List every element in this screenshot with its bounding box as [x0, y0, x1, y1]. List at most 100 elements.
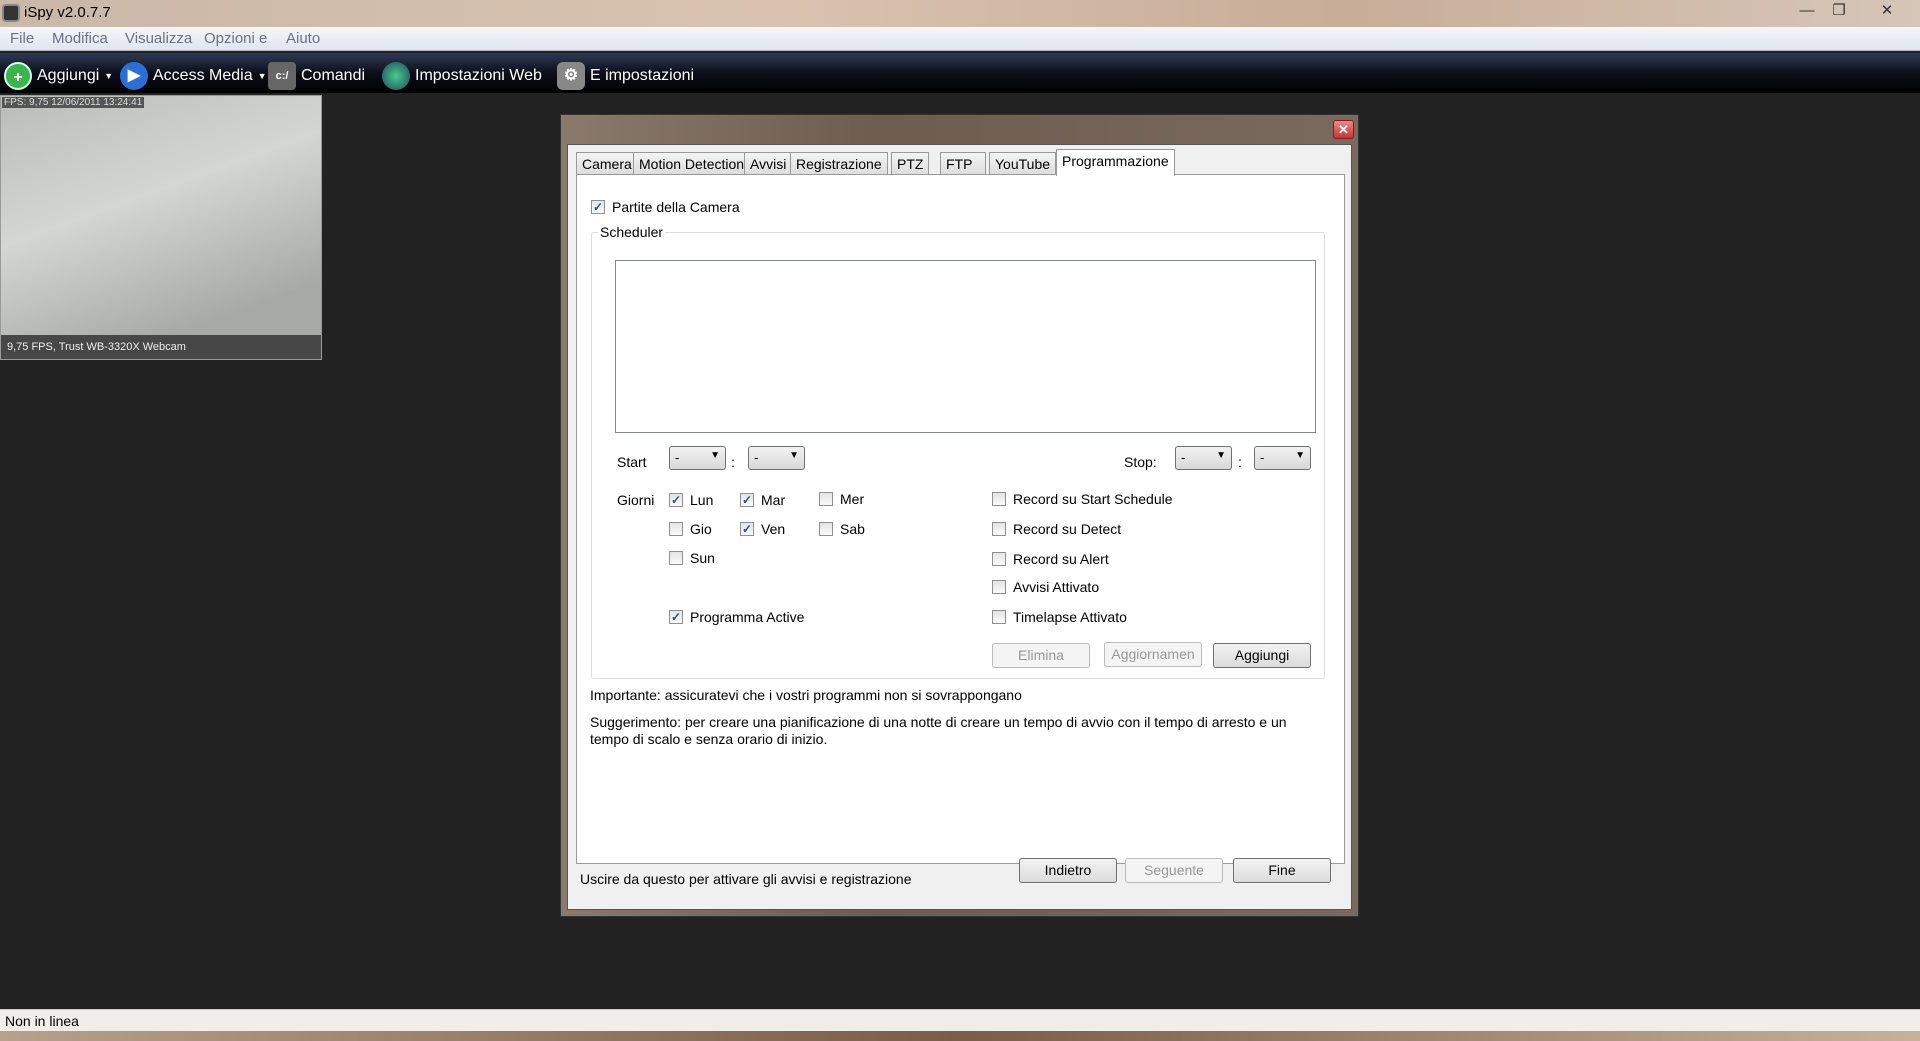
checkbox-label: Lun — [690, 492, 714, 508]
hint-line-1: Suggerimento: per creare una pianificazi… — [590, 714, 1287, 730]
checkbox-label: Avvisi Attivato — [1013, 579, 1100, 595]
access-media-label: Access Media — [153, 67, 253, 84]
program-active-checkbox[interactable]: ✓ Programma Active — [669, 609, 804, 625]
tab-youtube[interactable]: YouTube — [989, 152, 1057, 175]
day-ven-checkbox[interactable]: ✓ Ven — [740, 521, 785, 537]
checkmark-icon: ✓ — [740, 522, 754, 536]
menu-modifica[interactable]: Modifica — [52, 30, 108, 47]
start-with-camera-checkbox[interactable]: ✓ Partite della Camera — [591, 199, 740, 215]
select-value: - — [754, 450, 759, 465]
finish-button[interactable]: Fine — [1233, 858, 1331, 883]
impostazioni-web-label: Impostazioni Web — [415, 67, 542, 84]
checkbox-label: Sab — [840, 521, 865, 537]
important-note: Importante: assicuratevi che i vostri pr… — [590, 687, 1022, 703]
menu-visualizza[interactable]: Visualizza — [125, 30, 192, 47]
menu-opzioni[interactable]: Opzioni e — [204, 30, 267, 47]
checkbox-label: Mer — [840, 491, 865, 507]
start-label: Start — [617, 454, 647, 470]
day-mar-checkbox[interactable]: ✓ Mar — [740, 492, 785, 508]
status-bar: Non in linea — [0, 1009, 1920, 1031]
add-schedule-button[interactable]: Aggiungi — [1213, 643, 1311, 668]
dialog-client: Camera Motion Detection Avvisi Registraz… — [567, 144, 1352, 910]
checkbox-label: Gio — [690, 521, 712, 537]
checkbox-label: Record su Alert — [1013, 551, 1109, 567]
tab-ftp[interactable]: FTP — [940, 152, 986, 175]
menu-aiuto[interactable]: Aiuto — [286, 30, 320, 47]
day-sun-checkbox[interactable]: Sun — [669, 550, 715, 566]
alerts-enabled-checkbox[interactable]: Avvisi Attivato — [992, 579, 1099, 595]
window-title: iSpy v2.0.7.7 — [24, 4, 111, 21]
day-lun-checkbox[interactable]: ✓ Lun — [669, 492, 713, 508]
globe-icon — [382, 62, 410, 90]
impostazioni-label: E impostazioni — [590, 67, 695, 84]
menu-file[interactable]: File — [10, 30, 34, 47]
plus-icon: + — [4, 62, 32, 90]
checkbox-box — [992, 610, 1006, 624]
stop-hour-select[interactable]: - ▼ — [1175, 446, 1232, 470]
record-on-start-checkbox[interactable]: Record su Start Schedule — [992, 491, 1173, 507]
update-button[interactable]: Aggiornamen — [1104, 642, 1202, 667]
checkbox-box — [992, 522, 1006, 536]
command-icon: c:/ — [268, 62, 296, 90]
checkbox-label: Sun — [690, 550, 715, 566]
maximize-icon[interactable]: ❐ — [1824, 0, 1854, 22]
tab-motion-detection[interactable]: Motion Detection — [633, 152, 751, 175]
dialog-close-button[interactable]: ✕ — [1333, 120, 1354, 139]
tab-panel: ✓ Partite della Camera Scheduler Start - ▼… — [576, 174, 1345, 864]
play-icon: ▶ — [120, 62, 148, 90]
day-gio-checkbox[interactable]: Gio — [669, 521, 712, 537]
checkbox-box — [669, 551, 683, 565]
checkbox-box — [669, 522, 683, 536]
close-icon[interactable]: ✕ — [1872, 0, 1902, 22]
dropdown-arrow-icon: ▼ — [1216, 450, 1226, 461]
taskbar — [0, 1031, 1920, 1041]
camera-overlay-text: FPS: 9,75 12/06/2011 13:24:41 — [2, 97, 145, 108]
select-value: - — [1260, 450, 1265, 465]
tab-camera[interactable]: Camera — [576, 152, 638, 175]
comandi-button[interactable]: c:/ Comandi — [268, 62, 365, 90]
record-on-alert-checkbox[interactable]: Record su Alert — [992, 551, 1109, 567]
footer-text: Uscire da questo per attivare gli avvisi… — [580, 871, 912, 887]
checkmark-icon: ✓ — [591, 200, 605, 214]
back-button[interactable]: Indietro — [1019, 858, 1117, 883]
select-value: - — [1181, 450, 1186, 465]
tab-avvisi[interactable]: Avvisi — [744, 152, 793, 175]
start-hour-select[interactable]: - ▼ — [669, 446, 726, 470]
camera-settings-dialog: ✕ Camera Motion Detection Avvisi Registr… — [560, 114, 1359, 917]
day-mer-checkbox[interactable]: Mer — [819, 491, 864, 507]
start-minute-select[interactable]: - ▼ — [748, 446, 805, 470]
minimize-icon[interactable]: — — [1792, 0, 1822, 22]
delete-button[interactable]: Elimina — [992, 643, 1090, 668]
checkbox-label: Record su Detect — [1013, 521, 1122, 537]
camera-preview[interactable]: FPS: 9,75 12/06/2011 13:24:41 9,75 FPS, … — [0, 95, 322, 360]
impostazioni-button[interactable]: ⚙ E impostazioni — [557, 62, 694, 90]
stop-label: Stop: — [1124, 454, 1157, 470]
select-value: - — [675, 450, 680, 465]
aggiungi-label: Aggiungi — [37, 67, 100, 84]
stop-minute-select[interactable]: - ▼ — [1254, 446, 1311, 470]
checkbox-label: Mar — [761, 492, 786, 508]
checkmark-icon: ✓ — [740, 493, 754, 507]
checkbox-label: Ven — [761, 521, 786, 537]
time-separator: : — [731, 454, 735, 470]
tab-registrazione[interactable]: Registrazione — [790, 152, 888, 175]
timelapse-enabled-checkbox[interactable]: Timelapse Attivato — [992, 609, 1127, 625]
record-on-detect-checkbox[interactable]: Record su Detect — [992, 521, 1121, 537]
aggiungi-button[interactable]: + Aggiungi ▼ — [4, 62, 113, 90]
camera-caption: 9,75 FPS, Trust WB-3320X Webcam — [1, 335, 321, 359]
impostazioni-web-button[interactable]: Impostazioni Web — [382, 62, 542, 90]
time-separator: : — [1238, 454, 1242, 470]
tab-programmazione[interactable]: Programmazione — [1056, 149, 1175, 176]
dropdown-arrow-icon: ▼ — [257, 71, 267, 81]
schedule-list[interactable] — [615, 260, 1316, 433]
next-button[interactable]: Seguente — [1125, 858, 1223, 883]
day-sab-checkbox[interactable]: Sab — [819, 521, 865, 537]
tab-ptz[interactable]: PTZ — [891, 152, 930, 175]
hint-line-2: tempo di scalo e senza orario di inizio. — [590, 731, 828, 747]
checkbox-label: Timelapse Attivato — [1013, 609, 1127, 625]
dropdown-arrow-icon: ▼ — [104, 71, 114, 81]
access-media-button[interactable]: ▶ Access Media ▼ — [120, 62, 267, 90]
checkbox-box — [819, 522, 833, 536]
checkbox-box — [992, 552, 1006, 566]
days-label: Giorni — [617, 492, 655, 508]
